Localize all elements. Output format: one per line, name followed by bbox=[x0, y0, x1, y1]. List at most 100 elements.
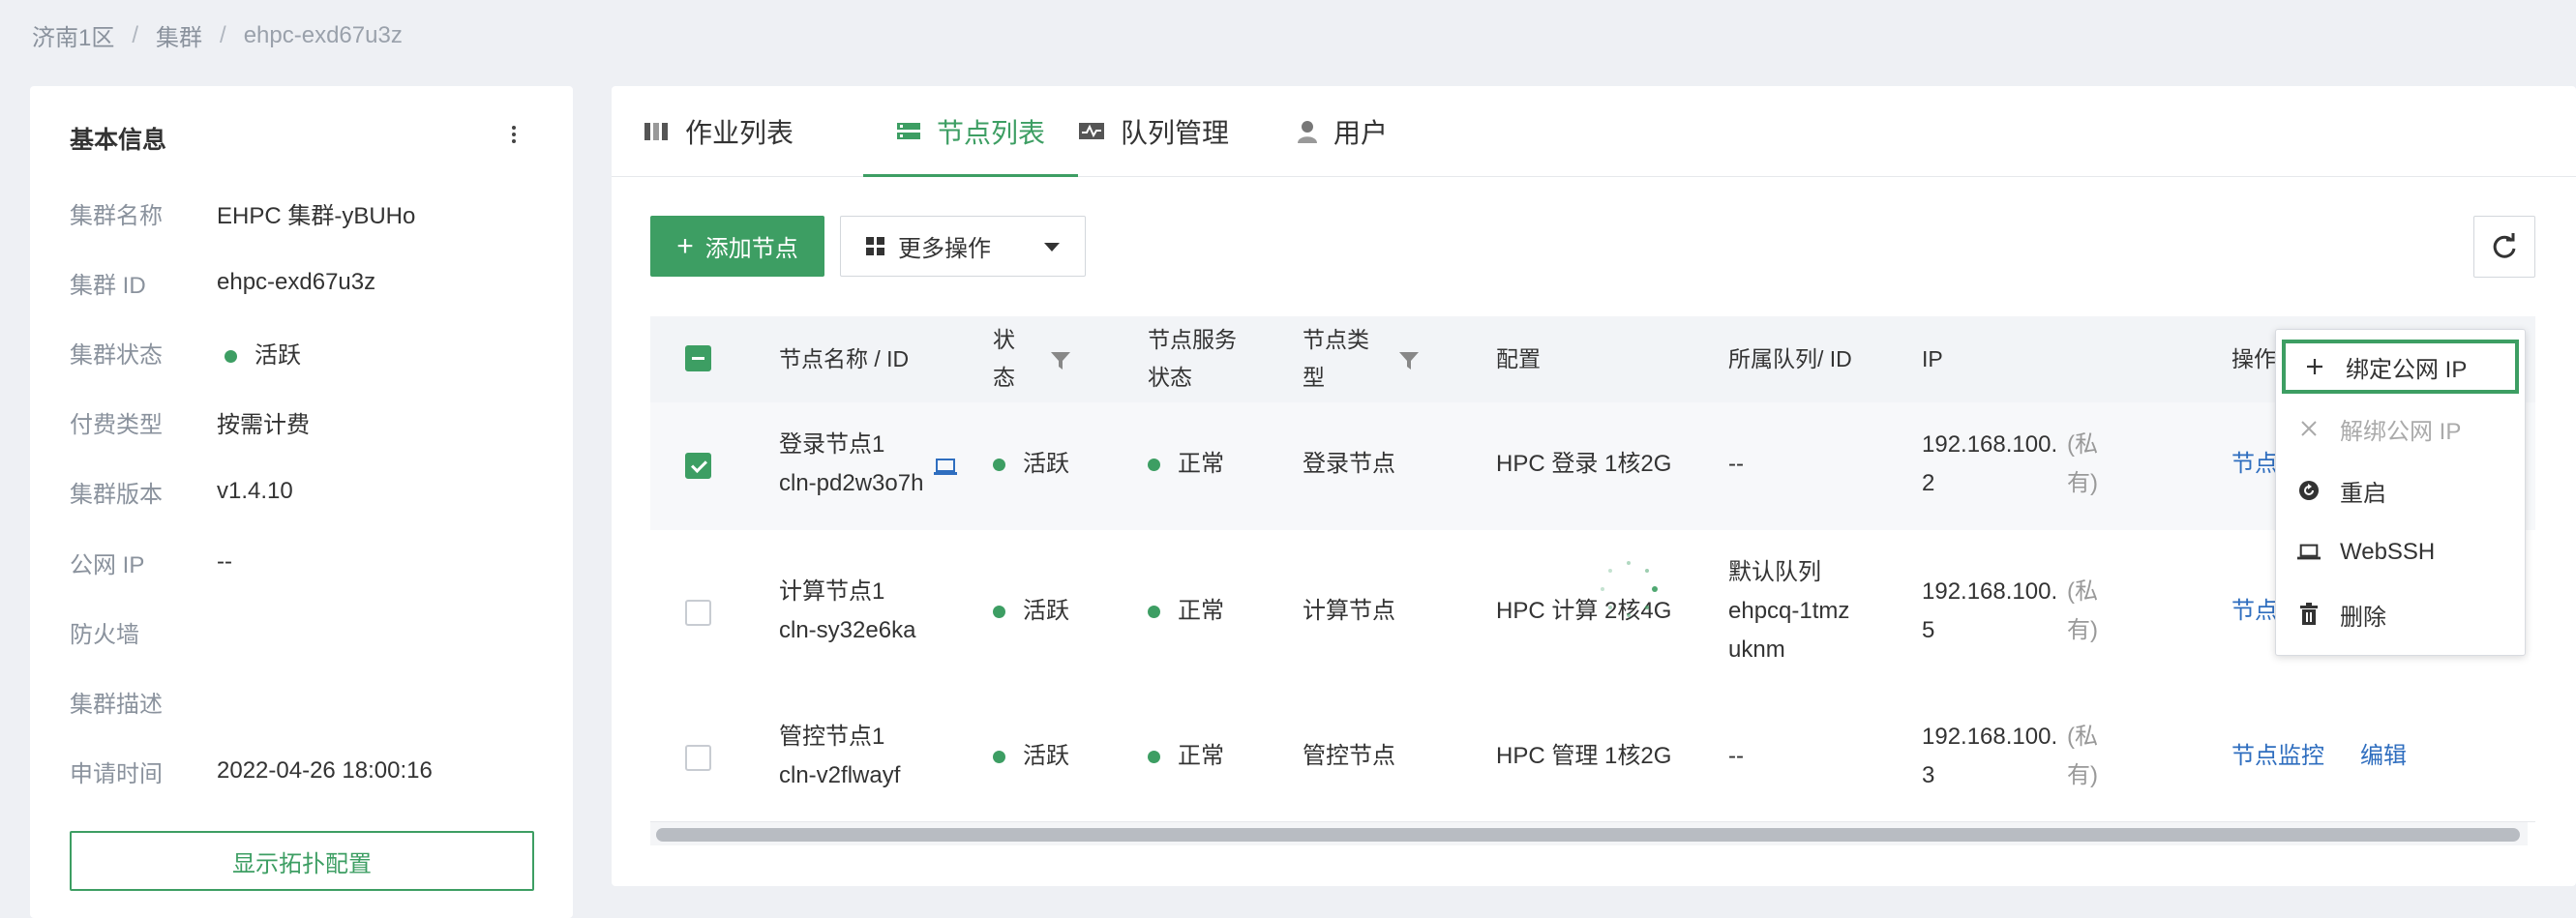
unbind-public-ip-item[interactable]: 解绑公网 IP bbox=[2276, 398, 2525, 459]
breadcrumb-clusters[interactable]: 集群 bbox=[156, 18, 202, 52]
node-name: 计算节点1 bbox=[779, 578, 885, 605]
node-monitor-link[interactable]: 节点监控 bbox=[2232, 737, 2324, 776]
node-id: cln-sy32e6ka bbox=[779, 617, 916, 643]
grid-icon bbox=[866, 237, 884, 255]
info-row-description: 集群描述 bbox=[70, 685, 217, 718]
info-label: 申请时间 bbox=[70, 760, 163, 787]
more-actions-dropdown[interactable]: 更多操作 bbox=[840, 216, 1086, 277]
status-text: 活跃 bbox=[255, 341, 301, 369]
menu-item-label: 删除 bbox=[2340, 604, 2386, 631]
info-label: 付费类型 bbox=[70, 411, 163, 438]
edit-link[interactable]: 编辑 bbox=[2360, 737, 2407, 776]
header-node-name: 节点名称 / ID bbox=[779, 346, 910, 371]
node-ip-suffix: 5 bbox=[1922, 617, 1935, 643]
info-value: EHPC 集群-yBUHo bbox=[217, 202, 416, 229]
node-id: cln-v2flwayf bbox=[779, 762, 901, 788]
status-text: 活跃 bbox=[1023, 451, 1069, 477]
info-row-created-time: 申请时间 2022-04-26 18:00:16 bbox=[70, 755, 433, 787]
tab-users[interactable]: 用户 bbox=[1297, 86, 1388, 176]
add-node-button[interactable]: + 添加节点 bbox=[650, 216, 824, 277]
node-type: 管控节点 bbox=[1303, 743, 1395, 769]
menu-item-label: 解绑公网 IP bbox=[2340, 418, 2462, 445]
status-text: 活跃 bbox=[1023, 743, 1069, 769]
node-type: 计算节点 bbox=[1303, 598, 1395, 624]
info-label: 集群描述 bbox=[70, 691, 163, 718]
info-row-firewall: 防火墙 bbox=[70, 615, 217, 648]
service-text: 正常 bbox=[1178, 451, 1224, 477]
more-options-icon[interactable] bbox=[504, 121, 524, 148]
status-dot-icon bbox=[993, 459, 1005, 472]
restart-icon bbox=[2297, 480, 2321, 501]
node-queue-id: ehpcq-1tmz bbox=[1728, 598, 1850, 624]
service-text: 正常 bbox=[1178, 598, 1224, 624]
menu-item-label: 重启 bbox=[2340, 480, 2386, 507]
info-value: v1.4.10 bbox=[217, 478, 293, 504]
refresh-icon bbox=[2493, 233, 2516, 258]
more-actions-label: 更多操作 bbox=[898, 236, 991, 262]
node-queue: -- bbox=[1728, 451, 1744, 477]
node-monitor-link[interactable]: 节点 bbox=[2232, 592, 2278, 631]
info-value: 2022-04-26 18:00:16 bbox=[217, 757, 433, 784]
close-icon bbox=[2297, 420, 2321, 437]
tab-label: 用户 bbox=[1333, 117, 1389, 148]
status-text: 活跃 bbox=[1023, 598, 1069, 624]
refresh-button[interactable] bbox=[2473, 216, 2535, 278]
node-status: 活跃 bbox=[993, 592, 1069, 631]
server-list-icon bbox=[896, 121, 921, 142]
node-ip: 192.168.100. bbox=[1922, 431, 2058, 458]
node-name: 登录节点1 bbox=[779, 431, 885, 458]
select-all-checkbox[interactable] bbox=[685, 345, 711, 371]
tab-queues[interactable]: 队列管理 bbox=[1078, 86, 1229, 176]
caret-down-icon bbox=[1044, 243, 1060, 252]
table-row: 管控节点1 cln-v2flwayf 活跃 正常 管控节点 HPC 管理 1核2… bbox=[650, 695, 2535, 822]
header-config: 配置 bbox=[1496, 346, 1541, 371]
restart-item[interactable]: 重启 bbox=[2276, 459, 2525, 521]
node-status: 活跃 bbox=[993, 445, 1069, 484]
row-checkbox[interactable] bbox=[685, 453, 711, 479]
node-queue: -- bbox=[1728, 743, 1744, 769]
tab-jobs[interactable]: 作业列表 bbox=[644, 86, 794, 176]
status-dot-icon bbox=[1148, 751, 1160, 764]
node-service-status: 正常 bbox=[1148, 445, 1224, 484]
header-status: 状态 bbox=[993, 327, 1015, 390]
menu-item-label: WebSSH bbox=[2340, 539, 2436, 565]
info-label: 集群名称 bbox=[70, 202, 163, 229]
info-row-version: 集群版本 v1.4.10 bbox=[70, 475, 293, 508]
status-dot-icon bbox=[993, 606, 1005, 619]
row-checkbox[interactable] bbox=[685, 600, 711, 626]
node-monitor-link[interactable]: 节点 bbox=[2232, 445, 2278, 484]
status-dot-icon bbox=[993, 751, 1005, 764]
cluster-info-card: 基本信息 集群名称 EHPC 集群-yBUHo 集群 ID ehpc-exd67… bbox=[30, 86, 573, 918]
breadcrumb-region[interactable]: 济南1区 bbox=[32, 18, 114, 52]
table-row: 登录节点1 cln-pd2w3o7h 活跃 正常 登录节点 HPC 登录 1核2… bbox=[650, 402, 2535, 531]
info-value: -- bbox=[217, 548, 232, 575]
status-filter-icon[interactable] bbox=[1050, 350, 1071, 371]
bind-public-ip-item[interactable]: 绑定公网 IP bbox=[2282, 340, 2519, 394]
info-row-cluster-name: 集群名称 EHPC 集群-yBUHo bbox=[70, 196, 415, 229]
node-ip: 192.168.100. bbox=[1922, 578, 2058, 605]
status-dot-icon bbox=[1148, 459, 1160, 472]
plus-icon bbox=[2303, 357, 2326, 376]
ip-type-note-2: 有) bbox=[2067, 470, 2098, 496]
plus-icon: + bbox=[676, 229, 694, 262]
delete-item[interactable]: 删除 bbox=[2276, 583, 2525, 645]
info-value: 按需计费 bbox=[217, 411, 310, 438]
info-row-public-ip: 公网 IP -- bbox=[70, 546, 232, 578]
info-row-cluster-id: 集群 ID ehpc-exd67u3z bbox=[70, 266, 375, 299]
webssh-item[interactable]: WebSSH bbox=[2276, 521, 2525, 583]
node-queue-id-2: uknm bbox=[1728, 637, 1785, 663]
header-node-type: 节点类型 bbox=[1303, 327, 1369, 390]
trash-icon bbox=[2297, 603, 2321, 626]
node-service-status: 正常 bbox=[1148, 592, 1224, 631]
node-type: 登录节点 bbox=[1303, 451, 1395, 477]
info-value: ehpc-exd67u3z bbox=[217, 269, 376, 295]
node-id: cln-pd2w3o7h bbox=[779, 470, 924, 496]
login-terminal-icon[interactable] bbox=[934, 459, 957, 476]
horizontal-scrollbar[interactable] bbox=[656, 828, 2520, 842]
row-checkbox[interactable] bbox=[685, 745, 711, 771]
tab-nodes[interactable]: 节点列表 bbox=[863, 86, 1079, 177]
service-text: 正常 bbox=[1178, 743, 1224, 769]
type-filter-icon[interactable] bbox=[1398, 350, 1420, 371]
show-topology-button[interactable]: 显示拓扑配置 bbox=[70, 831, 534, 891]
status-dot-icon bbox=[1148, 606, 1160, 619]
